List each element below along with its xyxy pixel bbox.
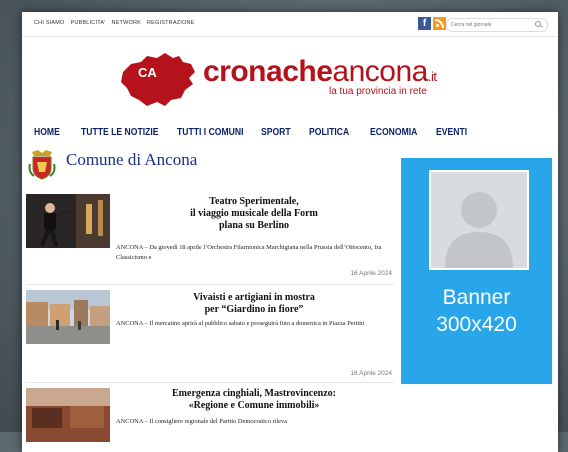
article-excerpt: ANCONA – Il mercatino aprirà al pubblico… [116, 320, 365, 327]
banner-label-line1: Banner [442, 286, 511, 309]
logo-cronache: cronache [203, 55, 333, 88]
top-bar: CHI SIAMO PUBBLICITA' NETWORK REGISTRAZI… [22, 12, 558, 37]
nav-economia[interactable]: ECONOMIA [370, 126, 424, 138]
banner-label: Banner 300x420 [401, 284, 552, 338]
top-link-chi-siamo[interactable]: CHI SIAMO [34, 20, 65, 26]
nav-home[interactable]: HOME [34, 126, 73, 138]
main-nav: HOME TUTTE LE NOTIZIE TUTTI I COMUNI SPO… [34, 126, 486, 138]
article-excerpt: ANCONA – Da giovedì 18 aprile l’Orchestr… [116, 244, 382, 261]
article-headline[interactable]: Emergenza cinghiali, Mastrovincenzo: «Re… [116, 388, 392, 412]
top-link-registrazione[interactable]: REGISTRAZIONE [147, 20, 195, 26]
social-icons: f [418, 17, 446, 30]
divider [26, 382, 394, 383]
top-link-network[interactable]: NETWORK [111, 20, 141, 26]
article-item[interactable]: Vivaisti e artigiani in mostra per “Giar… [26, 288, 396, 384]
nav-politica[interactable]: POLITICA [309, 126, 359, 138]
search-input[interactable] [451, 20, 531, 29]
ad-banner[interactable]: Banner 300x420 [401, 158, 552, 384]
nav-tutti-i-comuni[interactable]: TUTTI I COMUNI [177, 126, 246, 138]
facebook-icon[interactable]: f [418, 17, 431, 30]
article-headline[interactable]: Teatro Sperimentale, il viaggio musicale… [116, 196, 392, 232]
logo-badge: CA [138, 65, 157, 80]
banner-label-line2: 300x420 [436, 313, 517, 336]
nav-eventi[interactable]: EVENTI [436, 126, 477, 138]
nav-tutte-le-notizie[interactable]: TUTTE LE NOTIZIE [81, 126, 160, 138]
article-excerpt: ANCONA – Il consigliere regionale del Pa… [116, 418, 288, 425]
article-date: 16 Aprile 2024 [350, 270, 392, 277]
city-crest-icon [28, 150, 56, 180]
article-headline[interactable]: Vivaisti e artigiani in mostra per “Giar… [116, 292, 392, 316]
article-item[interactable]: Teatro Sperimentale, il viaggio musicale… [26, 188, 396, 286]
news-page: CHI SIAMO PUBBLICITA' NETWORK REGISTRAZI… [22, 12, 558, 452]
logo-tld: .it [427, 69, 437, 84]
section-title[interactable]: Comune di Ancona [66, 150, 197, 170]
site-logo[interactable]: CA cronacheancona.it la tua provincia in… [117, 50, 477, 112]
top-link-pubblicita[interactable]: PUBBLICITA' [71, 20, 106, 26]
search-box [446, 18, 548, 32]
avatar-placeholder-icon [429, 170, 529, 270]
article-thumbnail[interactable] [26, 388, 110, 442]
logo-ancona: ancona [332, 55, 428, 88]
top-links: CHI SIAMO PUBBLICITA' NETWORK REGISTRAZI… [34, 20, 195, 26]
article-thumbnail[interactable] [26, 290, 110, 344]
province-map-icon [121, 53, 195, 106]
nav-sport[interactable]: SPORT [261, 126, 300, 138]
article-thumbnail[interactable] [26, 194, 110, 248]
logo-tagline: la tua provincia in rete [329, 86, 427, 97]
section-header: Comune di Ancona [28, 148, 388, 180]
article-date: 16 Aprile 2024 [350, 370, 392, 377]
article-item[interactable]: Emergenza cinghiali, Mastrovincenzo: «Re… [26, 384, 396, 444]
search-icon[interactable] [535, 21, 541, 27]
divider [26, 284, 394, 285]
rss-icon[interactable] [433, 17, 446, 30]
